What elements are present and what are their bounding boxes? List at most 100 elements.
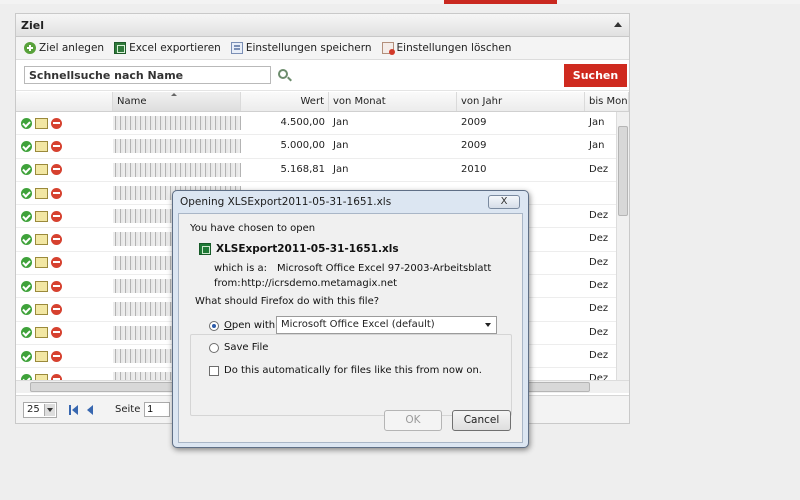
delete-settings-button[interactable]: Einstellungen löschen	[381, 42, 512, 55]
delete-icon[interactable]	[51, 327, 62, 339]
table-row[interactable]: 4.500,00 Jan 2009 Jan	[16, 112, 629, 136]
dialog-title: Opening XLSExport2011-05-31-1651.xls	[180, 196, 392, 208]
dialog-close-button[interactable]: X	[488, 195, 520, 209]
edit-icon[interactable]	[35, 187, 48, 199]
file-source-value: http://icrsdemo.metamagix.net	[241, 278, 398, 289]
auto-action-checkbox[interactable]	[209, 366, 219, 376]
check-icon[interactable]	[21, 210, 32, 222]
edit-icon[interactable]	[35, 304, 48, 316]
edit-icon[interactable]	[35, 117, 48, 129]
delete-icon[interactable]	[51, 164, 62, 176]
cell-wert: 4.500,00	[280, 117, 325, 128]
edit-icon[interactable]	[35, 257, 48, 269]
check-icon[interactable]	[21, 350, 32, 362]
check-icon[interactable]	[21, 327, 32, 339]
edit-icon[interactable]	[35, 140, 48, 152]
file-type-label: which is a:	[214, 263, 267, 274]
check-icon[interactable]	[21, 117, 32, 129]
open-with-label: Open with	[224, 320, 276, 331]
column-header-actions	[16, 92, 113, 111]
search-input[interactable]	[24, 66, 271, 84]
column-header-bis-monat[interactable]: bis Monat	[585, 92, 629, 111]
row-actions	[16, 275, 113, 297]
panel-titlebar: Ziel	[16, 14, 629, 37]
column-header-wert[interactable]: Wert	[241, 92, 329, 111]
dialog-body: You have chosen to open XLSExport2011-05…	[178, 213, 523, 443]
delete-icon[interactable]	[51, 210, 62, 222]
save-settings-icon	[230, 42, 243, 54]
delete-icon[interactable]	[51, 257, 62, 269]
search-icon[interactable]	[278, 69, 288, 79]
first-page-icon[interactable]	[69, 404, 79, 415]
delete-icon[interactable]	[51, 117, 62, 129]
delete-icon[interactable]	[51, 140, 62, 152]
edit-icon[interactable]	[35, 280, 48, 292]
delete-settings-label: Einstellungen löschen	[396, 42, 512, 54]
column-header-von-monat[interactable]: von Monat	[329, 92, 457, 111]
auto-action-label: Do this automatically for files like thi…	[224, 365, 482, 376]
cancel-button[interactable]: Cancel	[452, 410, 511, 431]
column-header-von-jahr[interactable]: von Jahr	[457, 92, 585, 111]
column-header-name[interactable]: Name	[113, 92, 241, 111]
chevron-down-icon	[44, 403, 55, 416]
page-size-select[interactable]: 25	[23, 401, 57, 418]
ok-button[interactable]: OK	[384, 410, 442, 431]
open-with-select[interactable]: Microsoft Office Excel (default)	[276, 316, 497, 334]
file-type-value: Microsoft Office Excel 97-2003-Arbeitsbl…	[277, 263, 492, 274]
check-icon[interactable]	[21, 140, 32, 152]
grid-header: Name Wert von Monat von Jahr bis Monat	[16, 92, 629, 112]
table-row[interactable]: 5.000,00 Jan 2009 Jan	[16, 135, 629, 159]
dialog-filename: XLSExport2011-05-31-1651.xls	[216, 243, 399, 255]
page-label: Seite	[115, 404, 141, 415]
dialog-intro: You have chosen to open	[190, 223, 316, 234]
cell-von-monat: Jan	[333, 140, 349, 152]
save-file-radio[interactable]	[209, 343, 219, 353]
edit-icon[interactable]	[35, 210, 48, 222]
edit-icon[interactable]	[35, 350, 48, 362]
check-icon[interactable]	[21, 187, 32, 199]
open-file-dialog: Opening XLSExport2011-05-31-1651.xls X Y…	[172, 190, 529, 448]
check-icon[interactable]	[21, 164, 32, 176]
export-excel-label: Excel exportieren	[129, 42, 221, 54]
export-excel-button[interactable]: Excel exportieren	[114, 42, 221, 54]
edit-icon[interactable]	[35, 164, 48, 176]
row-actions	[16, 252, 113, 274]
cell-wert: 5.000,00	[280, 140, 325, 152]
open-with-radio[interactable]	[209, 321, 219, 331]
delete-icon[interactable]	[51, 350, 62, 362]
plus-icon	[24, 42, 36, 54]
cell-name-redacted	[113, 139, 241, 154]
cell-von-jahr: 2009	[461, 140, 487, 152]
collapse-icon[interactable]	[614, 22, 622, 27]
cell-von-monat: Jan	[333, 117, 349, 128]
row-actions	[16, 159, 113, 181]
excel-file-icon	[199, 243, 211, 255]
delete-icon[interactable]	[51, 304, 62, 316]
cell-name-redacted	[113, 162, 241, 177]
previous-page-icon[interactable]	[85, 404, 95, 415]
search-row	[16, 60, 629, 91]
add-goal-button[interactable]: Ziel anlegen	[24, 42, 104, 54]
search-button[interactable]: Suchen	[564, 64, 627, 87]
delete-icon[interactable]	[51, 187, 62, 199]
excel-icon	[114, 42, 127, 54]
save-settings-button[interactable]: Einstellungen speichern	[230, 42, 372, 54]
delete-icon[interactable]	[51, 234, 62, 246]
vertical-scrollbar[interactable]	[616, 112, 629, 380]
active-nav-tab[interactable]	[444, 0, 557, 4]
check-icon[interactable]	[21, 280, 32, 292]
row-actions	[16, 298, 113, 320]
check-icon[interactable]	[21, 234, 32, 246]
chevron-down-icon	[485, 323, 491, 327]
cell-von-jahr: 2009	[461, 117, 487, 128]
edit-icon[interactable]	[35, 234, 48, 246]
check-icon[interactable]	[21, 304, 32, 316]
row-actions	[16, 182, 113, 204]
vertical-scroll-thumb[interactable]	[618, 126, 628, 216]
edit-icon[interactable]	[35, 327, 48, 339]
delete-icon[interactable]	[51, 280, 62, 292]
open-with-app: Microsoft Office Excel (default)	[281, 319, 435, 330]
table-row[interactable]: 5.168,81 Jan 2010 Dez	[16, 159, 629, 182]
page-number-input[interactable]	[144, 402, 171, 417]
check-icon[interactable]	[21, 257, 32, 269]
